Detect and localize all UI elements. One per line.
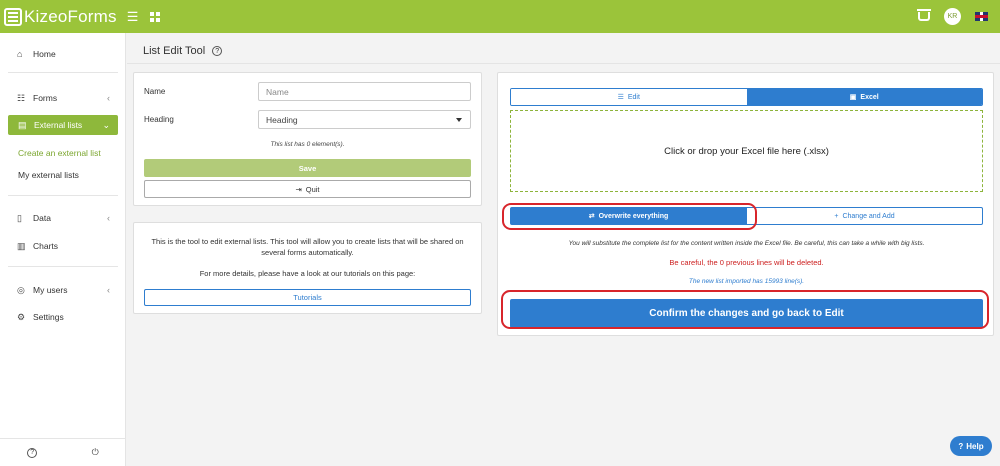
sidebar-item-charts[interactable]: ▥ Charts — [0, 236, 126, 256]
dropzone-text: Click or drop your Excel file here (.xls… — [664, 145, 829, 157]
sidebar-item-label: Forms — [33, 93, 58, 103]
help-button[interactable]: ? Help — [950, 436, 992, 456]
home-icon: ⌂ — [17, 49, 23, 59]
excel-dropzone[interactable]: Click or drop your Excel file here (.xls… — [510, 110, 983, 192]
user-circle-icon: ◎ — [17, 284, 25, 295]
user-avatar[interactable]: KR — [944, 8, 961, 25]
chevron-down-icon: ⌄ — [102, 119, 110, 130]
divider — [8, 195, 118, 196]
sidebar-footer: ? ⏻ — [0, 438, 126, 466]
save-button-label: Save — [298, 163, 317, 173]
divider — [8, 72, 118, 73]
sidebar-item-label: Settings — [33, 312, 64, 322]
sidebar-item-forms[interactable]: ☷ Forms ‹ — [0, 88, 126, 108]
power-icon[interactable]: ⏻ — [92, 447, 99, 458]
page-title-text: List Edit Tool — [143, 45, 206, 57]
basket-icon[interactable] — [917, 9, 931, 21]
tab-excel[interactable]: ▣ Excel — [746, 89, 982, 105]
sidebar-item-my-users[interactable]: ◎ My users ‹ — [0, 280, 126, 300]
sidebar-item-label: Home — [33, 49, 56, 59]
change-and-add-button[interactable]: + Change and Add — [747, 207, 983, 225]
tab-edit-label: Edit — [627, 93, 640, 101]
data-file-icon: ▯ — [17, 212, 22, 223]
highlight-ring-confirm — [501, 290, 989, 329]
external-list-icon: ▤ — [18, 119, 27, 130]
sidebar-item-label: Data — [33, 213, 51, 223]
change-add-label: Change and Add — [842, 212, 895, 220]
tutorials-button[interactable]: Tutorials — [144, 289, 471, 306]
chevron-left-icon: ‹ — [107, 285, 110, 295]
sidebar-item-label: My users — [33, 285, 68, 295]
heading-select[interactable]: Heading — [258, 110, 471, 129]
sign-out-icon: ⇥ — [295, 184, 302, 194]
help-button-label: Help — [966, 441, 984, 451]
hamburger-menu-icon[interactable]: ☰ — [127, 9, 139, 25]
imported-count-text: The new list imported has 15993 line(s). — [688, 278, 805, 285]
forms-list-icon: ☷ — [17, 92, 26, 103]
tab-excel-label: Excel — [860, 93, 879, 101]
top-bar: KizeoForms ☰ KR — [0, 0, 1000, 33]
divider — [8, 266, 118, 267]
element-count-text: This list has 0 element(s). — [270, 141, 345, 148]
substitute-notice: You will substitute the complete list fo… — [568, 240, 925, 247]
gear-icon: ⚙ — [17, 311, 26, 322]
heading-select-value: Heading — [266, 114, 298, 125]
tutorials-button-label: Tutorials — [293, 293, 322, 302]
logo-icon — [4, 7, 22, 26]
deletion-warning: Be careful, the 0 previous lines will be… — [669, 258, 824, 267]
list-icon: ☰ — [617, 94, 624, 101]
info-tutorial-hint: For more details, please have a look at … — [199, 269, 416, 278]
sidebar-item-home[interactable]: ⌂ Home — [0, 44, 126, 64]
sidebar-subitem-create-external-list[interactable]: Create an external list — [18, 148, 101, 158]
kizeo-forms-logo[interactable]: KizeoForms — [4, 7, 117, 27]
plus-icon: + — [834, 212, 839, 220]
sidebar-subitem-my-external-lists[interactable]: My external lists — [18, 170, 79, 180]
bar-chart-icon: ▥ — [17, 240, 26, 251]
chevron-left-icon: ‹ — [107, 93, 110, 103]
info-panel: This is the tool to edit external lists.… — [133, 222, 482, 314]
highlight-ring-overwrite — [502, 203, 757, 230]
mode-tabs: ☰ Edit ▣ Excel — [510, 88, 983, 106]
page-title: List Edit Tool ? — [143, 45, 223, 57]
info-description: This is the tool to edit external lists.… — [151, 237, 464, 257]
sidebar-item-settings[interactable]: ⚙ Settings — [0, 307, 126, 327]
save-button[interactable]: Save — [144, 159, 471, 177]
excel-file-icon: ▣ — [849, 94, 857, 101]
uk-flag-icon[interactable] — [975, 12, 988, 21]
caret-down-icon — [456, 117, 462, 122]
chevron-left-icon: ‹ — [107, 213, 110, 223]
quit-button-label: Quit — [305, 184, 320, 194]
sidebar-item-external-lists[interactable]: ▤ External lists ⌄ — [8, 115, 118, 135]
sidebar-item-label: External lists — [34, 120, 83, 130]
name-label: Name — [144, 87, 166, 96]
logo-text: KizeoForms — [24, 6, 117, 26]
sidebar-item-label: Charts — [33, 241, 59, 251]
help-chat-icon: ? — [958, 441, 964, 451]
help-circle-icon[interactable]: ? — [27, 447, 38, 458]
tab-edit[interactable]: ☰ Edit — [511, 89, 747, 105]
apps-grid-icon[interactable] — [150, 11, 161, 22]
name-input[interactable] — [258, 82, 471, 101]
title-divider — [127, 63, 1000, 64]
quit-button[interactable]: ⇥ Quit — [144, 180, 471, 198]
list-form-panel: Name Heading Heading This list has 0 ele… — [133, 72, 482, 206]
question-circle-icon[interactable]: ? — [212, 46, 223, 56]
sidebar-item-data[interactable]: ▯ Data ‹ — [0, 208, 126, 228]
heading-label: Heading — [144, 115, 174, 124]
sidebar: ⌂ Home ☷ Forms ‹ ▤ External lists ⌄ Crea… — [0, 33, 126, 466]
